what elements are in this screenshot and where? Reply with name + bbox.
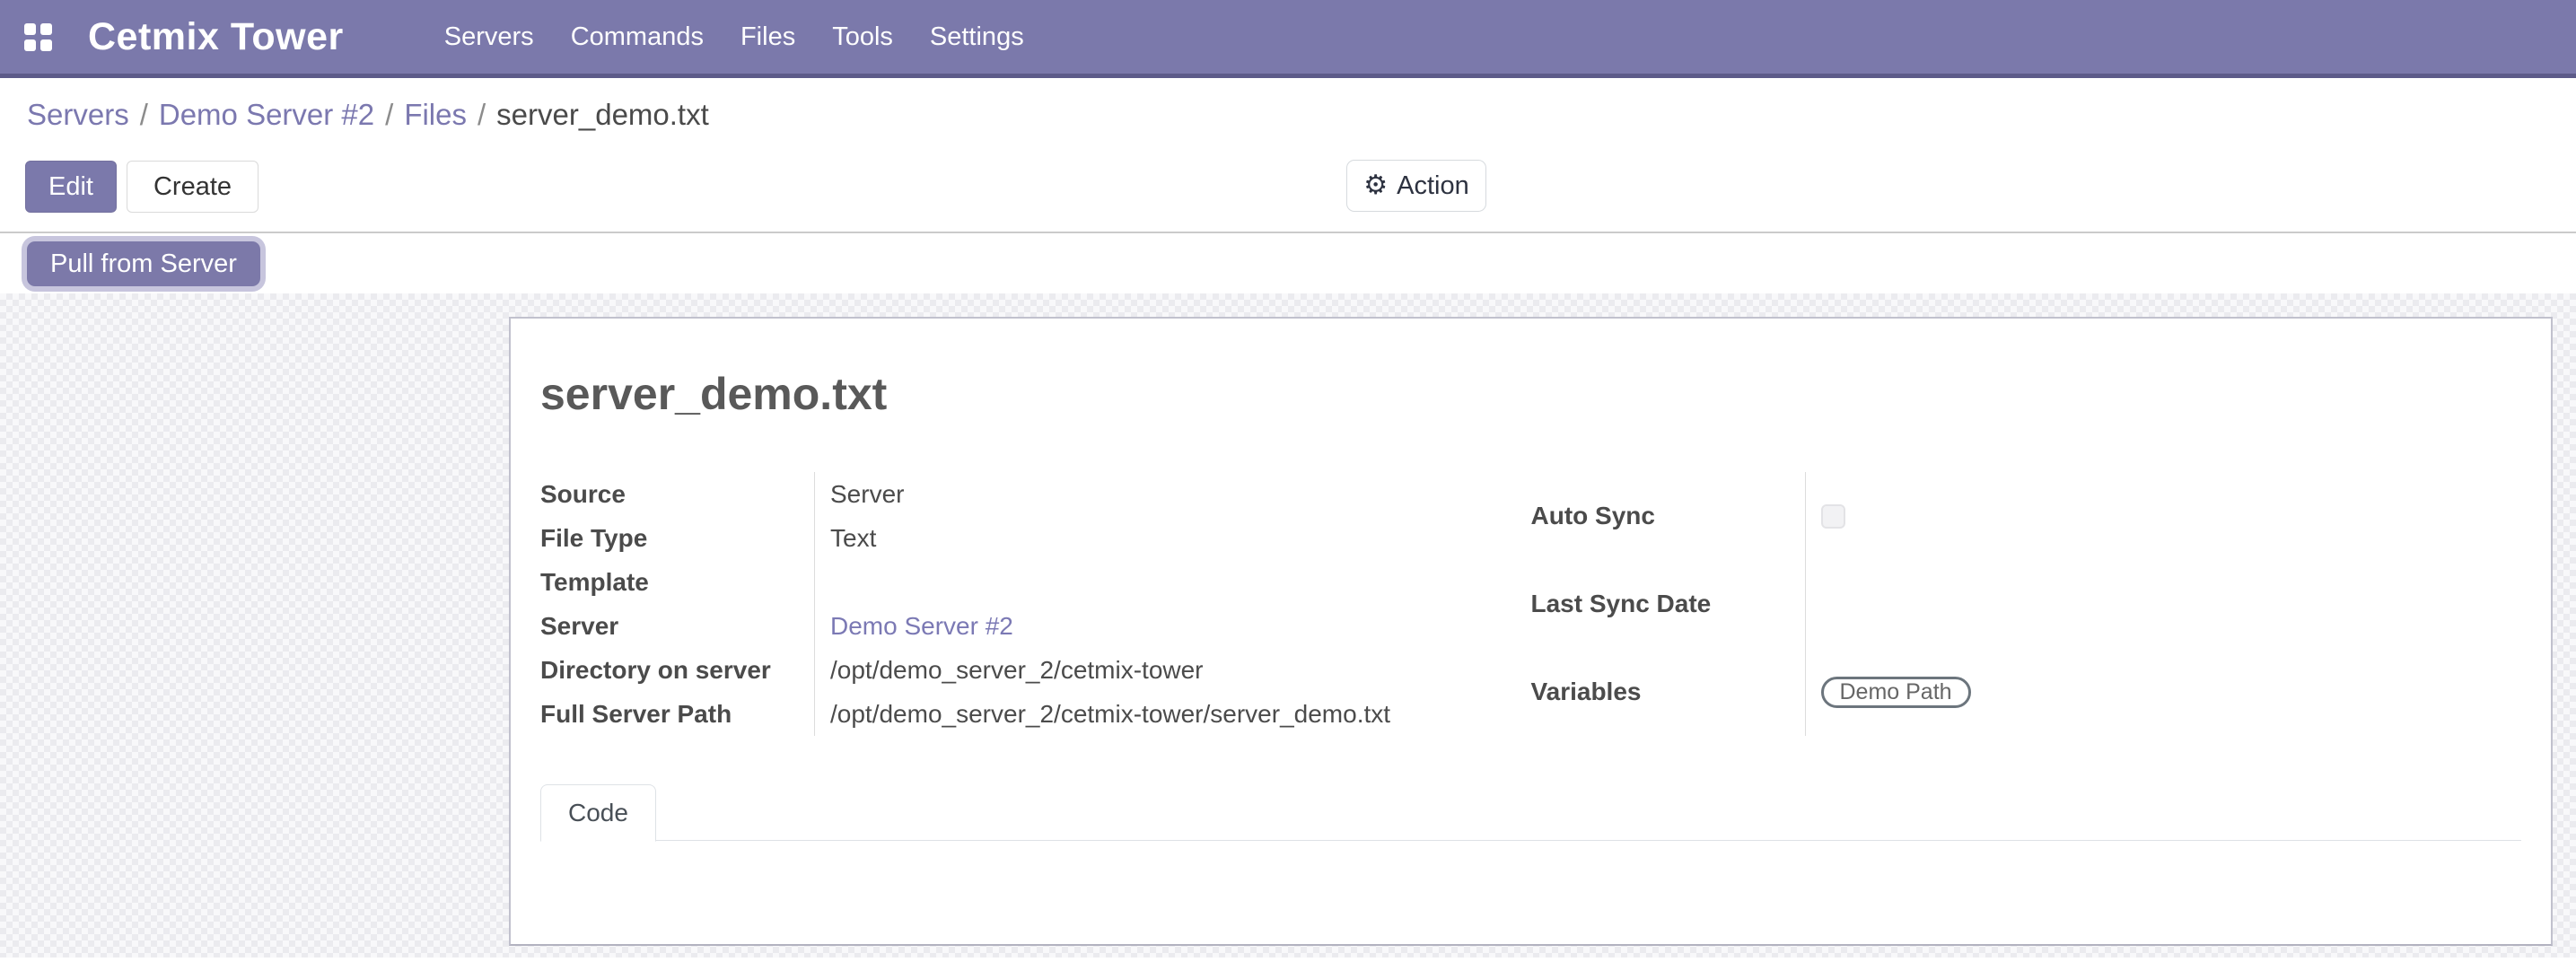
app-brand[interactable]: Cetmix Tower xyxy=(88,15,344,59)
control-panel: Servers / Demo Server #2 / Files / server_demo… xyxy=(0,78,2576,293)
gear-icon: ⚙ xyxy=(1363,172,1388,199)
create-button[interactable]: Create xyxy=(127,161,258,213)
notebook: Code xyxy=(540,783,2521,940)
field-groups: Source Server File Type Text Template Se… xyxy=(540,472,2521,736)
apps-menu-icon[interactable] xyxy=(24,23,52,51)
apps-grid-square xyxy=(24,39,36,51)
left-field-group: Source Server File Type Text Template Se… xyxy=(540,472,1531,736)
field-value-auto-sync xyxy=(1805,472,2522,560)
field-value-template xyxy=(814,560,1531,604)
field-label-variables: Variables xyxy=(1531,648,1805,736)
breadcrumb-servers[interactable]: Servers xyxy=(27,98,129,131)
server-record-link[interactable]: Demo Server #2 xyxy=(830,612,1013,641)
breadcrumb-files[interactable]: Files xyxy=(404,98,467,131)
edit-button[interactable]: Edit xyxy=(25,161,117,213)
variable-tag-demo-path: Demo Path xyxy=(1821,677,1971,708)
main-menu: Servers Commands Files Tools Settings xyxy=(444,22,1024,52)
tab-code-panel xyxy=(540,841,2521,940)
field-label-directory: Directory on server xyxy=(540,648,814,692)
field-label-server: Server xyxy=(540,604,814,648)
form-buttons: Edit Create xyxy=(25,161,258,213)
field-value-directory: /opt/demo_server_2/cetmix-tower xyxy=(814,648,1531,692)
form-view-background: server_demo.txt Source Server File Type … xyxy=(0,293,2576,958)
menu-item-files[interactable]: Files xyxy=(740,22,795,52)
apps-grid-square xyxy=(24,23,36,35)
field-label-auto-sync: Auto Sync xyxy=(1531,472,1805,560)
breadcrumb-current-file: server_demo.txt xyxy=(496,98,709,131)
notebook-tab-bar: Code xyxy=(540,783,2521,841)
field-value-source: Server xyxy=(814,472,1531,516)
field-value-full-path: /opt/demo_server_2/cetmix-tower/server_d… xyxy=(814,692,1531,736)
record-title: server_demo.txt xyxy=(540,368,2521,420)
breadcrumb-separator: / xyxy=(140,98,148,131)
field-label-source: Source xyxy=(540,472,814,516)
breadcrumb-separator: / xyxy=(478,98,486,131)
menu-item-commands[interactable]: Commands xyxy=(571,22,704,52)
apps-grid-square xyxy=(40,23,52,35)
pull-from-server-button[interactable]: Pull from Server xyxy=(27,241,260,286)
field-label-full-path: Full Server Path xyxy=(540,692,814,736)
breadcrumb-separator: / xyxy=(385,98,393,131)
top-navbar: Cetmix Tower Servers Commands Files Tool… xyxy=(0,0,2576,78)
menu-item-settings[interactable]: Settings xyxy=(930,22,1024,52)
menu-item-servers[interactable]: Servers xyxy=(444,22,534,52)
breadcrumb-demo-server[interactable]: Demo Server #2 xyxy=(159,98,374,131)
breadcrumb: Servers / Demo Server #2 / Files / server_demo… xyxy=(27,98,709,132)
action-button-label: Action xyxy=(1397,171,1469,201)
auto-sync-checkbox[interactable] xyxy=(1821,504,1845,529)
field-value-server: Demo Server #2 xyxy=(814,604,1531,648)
action-dropdown-button[interactable]: ⚙ Action xyxy=(1346,160,1486,212)
tab-code[interactable]: Code xyxy=(540,784,656,842)
field-label-file-type: File Type xyxy=(540,516,814,560)
field-value-variables: Demo Path xyxy=(1805,648,2522,736)
apps-grid-square xyxy=(40,39,52,51)
field-label-last-sync-date: Last Sync Date xyxy=(1531,560,1805,648)
field-label-template: Template xyxy=(540,560,814,604)
form-sheet: server_demo.txt Source Server File Type … xyxy=(509,317,2553,946)
field-value-file-type: Text xyxy=(814,516,1531,560)
menu-item-tools[interactable]: Tools xyxy=(832,22,893,52)
panel-divider xyxy=(0,232,2576,233)
field-value-last-sync-date xyxy=(1805,560,2522,648)
right-field-group: Auto Sync Last Sync Date Variables Demo … xyxy=(1531,472,2522,736)
